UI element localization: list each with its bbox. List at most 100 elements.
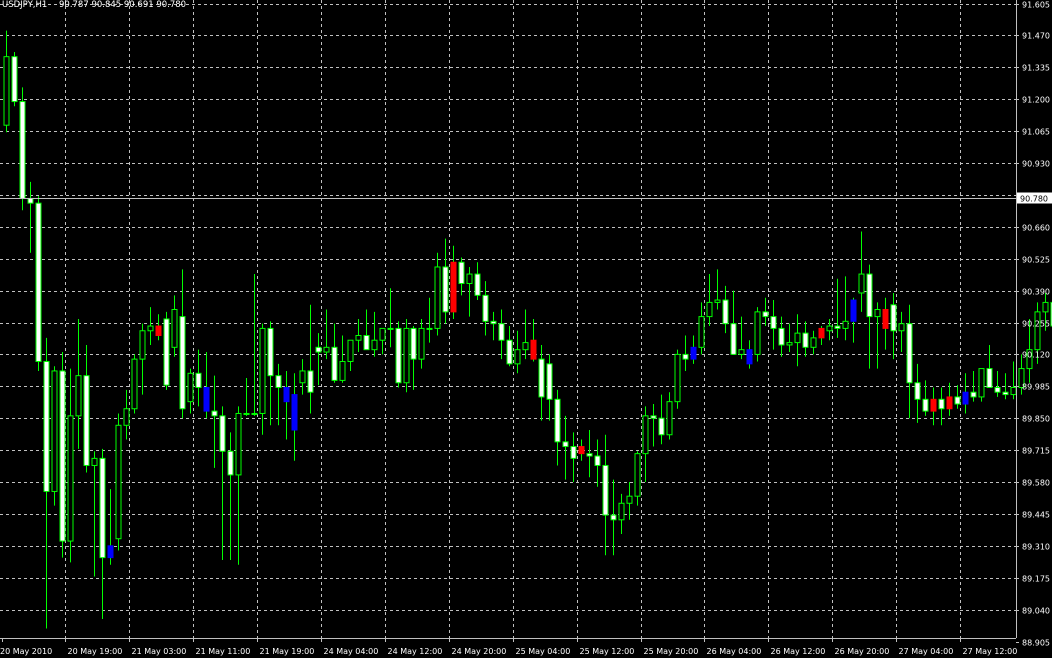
candle-body — [27, 197, 34, 204]
candle-body — [826, 325, 833, 332]
candle-body — [514, 349, 521, 365]
candle-body — [474, 273, 481, 296]
candle-body — [802, 332, 809, 348]
candle-body — [490, 320, 497, 325]
candle-body — [634, 453, 641, 497]
candle-body — [43, 360, 50, 492]
x-tick-label: 25 May 20:00 — [644, 647, 699, 656]
candle-body — [243, 412, 250, 415]
candle-body — [219, 415, 226, 452]
candle-body — [578, 446, 585, 455]
candle-body — [970, 391, 977, 398]
x-tick-label: 20 May 2010 — [0, 647, 52, 656]
candle-body — [618, 502, 625, 521]
candle-body — [546, 363, 553, 400]
candle-body — [882, 309, 889, 329]
candle-body — [834, 325, 841, 329]
candle-body — [786, 342, 793, 346]
candle-body — [794, 332, 801, 344]
candle — [754, 307, 761, 362]
candle-body — [946, 396, 953, 410]
candle-body — [410, 327, 417, 360]
candle-body — [75, 375, 82, 417]
candle-body — [187, 372, 194, 403]
candle-body — [450, 261, 457, 313]
price-chart[interactable]: 91.605 91.470 91.335 91.200 91.065 90.930 90.7… — [0, 0, 1052, 658]
candle-body — [674, 353, 681, 403]
candle-body — [371, 339, 378, 351]
candle-body — [99, 457, 106, 559]
candle — [131, 354, 138, 414]
candle-body — [714, 299, 721, 303]
candle-body — [906, 323, 913, 384]
current-price-label: 90.780 — [1020, 195, 1048, 204]
x-tick-label: 21 May 03:00 — [132, 647, 187, 656]
y-tick-label: 89.985 — [1022, 383, 1050, 392]
candle-body — [275, 375, 282, 388]
candle-body — [658, 417, 665, 436]
candle-body — [91, 457, 98, 466]
candle-body — [666, 401, 673, 436]
candle-body — [922, 398, 929, 412]
candle-body — [986, 368, 993, 388]
candle-body — [283, 386, 290, 403]
candle-body — [738, 349, 745, 355]
candle-body — [171, 309, 178, 348]
y-tick-label: 90.390 — [1022, 288, 1050, 297]
candle-body — [994, 386, 1001, 393]
x-tick-label: 26 May 12:00 — [771, 647, 826, 656]
candle-body — [259, 327, 266, 414]
candle-body — [914, 382, 921, 400]
y-tick-label: 91.065 — [1022, 128, 1050, 137]
candle-body — [858, 273, 865, 294]
candle-body — [610, 514, 617, 521]
y-tick-label: 91.335 — [1022, 64, 1050, 73]
candle-body — [387, 327, 394, 330]
candle-body — [307, 370, 314, 393]
x-tick-label: 24 May 20:00 — [452, 647, 507, 656]
candle-body — [83, 375, 90, 466]
candle — [395, 321, 402, 388]
candle-body — [890, 304, 897, 332]
chart-window[interactable]: 91.605 91.470 91.335 91.200 91.065 90.930 90.7… — [0, 0, 1052, 658]
candle-body — [442, 266, 449, 313]
y-tick-label: 89.445 — [1022, 511, 1050, 520]
y-tick-label: 90.525 — [1022, 256, 1050, 265]
candle-body — [978, 368, 985, 398]
y-tick-label: 91.605 — [1022, 1, 1050, 10]
candle-body — [626, 495, 633, 504]
y-tick-label: 89.715 — [1022, 447, 1050, 456]
candle-body — [770, 316, 777, 329]
candle — [35, 196, 42, 371]
candle — [11, 51, 18, 107]
candle-body — [458, 261, 465, 285]
y-tick-label: 90.255 — [1022, 320, 1050, 329]
candle-body — [842, 320, 849, 329]
candle-body — [323, 346, 330, 353]
candle — [115, 413, 122, 551]
candle — [19, 87, 26, 211]
candle-body — [690, 346, 697, 360]
x-tick-label: 26 May 20:00 — [835, 647, 890, 656]
candle-body — [850, 299, 857, 322]
candle-body — [730, 323, 737, 355]
candle-body — [315, 346, 322, 353]
candle-body — [554, 398, 561, 443]
candle-body — [123, 408, 130, 426]
price-axis: 91.605 91.470 91.335 91.200 91.065 90.930 90.7… — [1016, 1, 1050, 648]
candle-body — [522, 342, 529, 351]
y-tick-label: 91.200 — [1022, 96, 1050, 105]
y-tick-label: 90.930 — [1022, 160, 1050, 169]
candle-body — [586, 453, 593, 457]
candle-body — [379, 327, 386, 341]
candle-body — [3, 56, 10, 126]
candle — [163, 311, 170, 390]
candle-body — [954, 396, 961, 405]
x-tick-label: 24 May 04:00 — [324, 647, 379, 656]
x-tick-label: 20 May 19:00 — [68, 647, 123, 656]
candle-body — [778, 327, 785, 346]
candle-body — [155, 325, 162, 336]
candle-body — [179, 316, 186, 410]
candle-body — [291, 394, 298, 431]
candle-body — [19, 101, 26, 199]
